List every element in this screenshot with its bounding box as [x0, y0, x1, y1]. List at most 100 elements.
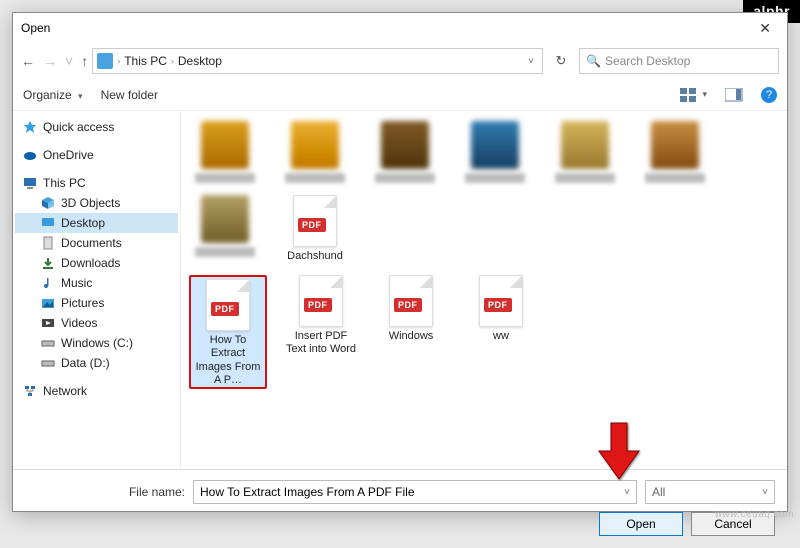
- sidebar-item-music[interactable]: Music: [15, 273, 178, 293]
- file-item-ww[interactable]: PDF ww: [465, 275, 537, 389]
- sidebar-item-pictures[interactable]: Pictures: [15, 293, 178, 313]
- forward-button[interactable]: →: [43, 53, 57, 69]
- file-name-input[interactable]: How To Extract Images From A PDF File ˅: [193, 480, 637, 504]
- sidebar-item-label: Documents: [61, 236, 122, 250]
- organize-label: Organize: [23, 88, 72, 102]
- cube-icon: [41, 196, 55, 210]
- file-label: How To Extract Images From A P…: [193, 334, 263, 385]
- chevron-down-icon: ˅: [762, 487, 768, 498]
- sidebar-item-label: Music: [61, 276, 92, 290]
- music-icon: [41, 276, 55, 290]
- search-placeholder: Search Desktop: [605, 54, 690, 68]
- star-icon: [23, 120, 37, 134]
- sidebar-item-label: Downloads: [61, 256, 120, 270]
- navigation-pane: Quick access OneDrive This PC 3D Objects…: [13, 111, 181, 469]
- crumb-desktop[interactable]: Desktop: [178, 54, 222, 68]
- folder-icon: [201, 121, 249, 169]
- preview-pane-icon[interactable]: [725, 88, 743, 102]
- sidebar-item-onedrive[interactable]: OneDrive: [15, 145, 178, 165]
- folder-item[interactable]: [279, 121, 351, 183]
- address-bar-row: ← → ˅ ↑ › This PC › Desktop ˅ ↻ 🔍 Search…: [13, 43, 787, 79]
- pdf-icon: PDF: [206, 279, 250, 331]
- sidebar-item-label: Data (D:): [61, 356, 110, 370]
- file-list: PDF Dachshund PDF How To Extract Images …: [181, 111, 787, 469]
- pc-icon: [23, 176, 37, 190]
- close-icon[interactable]: ✕: [751, 18, 779, 39]
- drive-icon: [41, 356, 55, 370]
- crumb-this-pc[interactable]: This PC: [124, 54, 167, 68]
- folder-icon: [291, 121, 339, 169]
- file-label: [375, 173, 435, 183]
- refresh-button[interactable]: ↻: [547, 53, 575, 69]
- sidebar-item-this-pc[interactable]: This PC: [15, 173, 178, 193]
- folder-icon: [561, 121, 609, 169]
- folder-icon: [651, 121, 699, 169]
- folder-item[interactable]: [459, 121, 531, 183]
- file-label: [195, 173, 255, 183]
- chevron-down-icon[interactable]: ▾: [702, 89, 707, 100]
- doc-icon: [41, 236, 55, 250]
- path-dropdown[interactable]: ˅: [524, 56, 538, 67]
- sidebar-item-label: Desktop: [61, 216, 105, 230]
- folder-item[interactable]: [549, 121, 621, 183]
- file-item-how-to-extract[interactable]: PDF How To Extract Images From A P…: [189, 275, 267, 389]
- chevron-right-icon: ›: [117, 56, 120, 66]
- help-icon[interactable]: ?: [761, 87, 777, 103]
- sidebar-item-videos[interactable]: Videos: [15, 313, 178, 333]
- file-type-filter[interactable]: All ˅: [645, 480, 775, 504]
- chevron-down-icon[interactable]: ˅: [624, 487, 630, 498]
- videos-icon: [41, 316, 55, 330]
- dialog-footer: File name: How To Extract Images From A …: [13, 469, 787, 548]
- filter-value: All: [652, 485, 665, 499]
- sidebar-item-label: OneDrive: [43, 148, 94, 162]
- sidebar-item-label: 3D Objects: [61, 196, 120, 210]
- drive-icon: [41, 336, 55, 350]
- folder-icon: [201, 195, 249, 243]
- search-input[interactable]: 🔍 Search Desktop: [579, 48, 779, 74]
- file-label: [465, 173, 525, 183]
- sidebar-item-label: Quick access: [43, 120, 114, 134]
- sidebar-item-data-d[interactable]: Data (D:): [15, 353, 178, 373]
- sidebar-item-downloads[interactable]: Downloads: [15, 253, 178, 273]
- cloud-icon: [23, 148, 37, 162]
- file-label: [555, 173, 615, 183]
- file-name-label: File name:: [25, 485, 185, 499]
- sidebar-item-documents[interactable]: Documents: [15, 233, 178, 253]
- folder-item[interactable]: [639, 121, 711, 183]
- toolbar: Organize ▾ New folder ▾ ?: [13, 79, 787, 111]
- pdf-icon: PDF: [479, 275, 523, 327]
- file-item-insert-pdf[interactable]: PDF Insert PDF Text into Word: [285, 275, 357, 389]
- sidebar-item-label: Windows (C:): [61, 336, 133, 350]
- folder-icon: [471, 121, 519, 169]
- folder-icon: [381, 121, 429, 169]
- breadcrumb[interactable]: › This PC › Desktop ˅: [92, 48, 543, 74]
- file-label: [645, 173, 705, 183]
- pdf-icon: PDF: [389, 275, 433, 327]
- organize-menu[interactable]: Organize ▾: [23, 88, 83, 102]
- site-watermark: www.ceuaq.com: [715, 509, 794, 520]
- recent-locations[interactable]: ˅: [65, 53, 73, 69]
- new-folder-button[interactable]: New folder: [101, 88, 158, 102]
- nav-arrows: ← → ˅ ↑: [21, 53, 88, 69]
- sidebar-item-quick-access[interactable]: Quick access: [15, 117, 178, 137]
- file-label: Insert PDF Text into Word: [285, 330, 357, 356]
- view-options-icon[interactable]: [680, 88, 698, 102]
- folder-item[interactable]: [189, 121, 261, 183]
- sidebar-item-desktop[interactable]: Desktop: [15, 213, 178, 233]
- file-item-dachshund[interactable]: PDF Dachshund: [279, 195, 351, 263]
- back-button[interactable]: ←: [21, 53, 35, 69]
- file-label: ww: [493, 330, 509, 343]
- folder-item[interactable]: [189, 195, 261, 263]
- search-icon: 🔍: [586, 54, 601, 68]
- sidebar-item-3d-objects[interactable]: 3D Objects: [15, 193, 178, 213]
- file-label: Windows: [389, 330, 434, 343]
- folder-item[interactable]: [369, 121, 441, 183]
- pictures-icon: [41, 296, 55, 310]
- file-item-windows[interactable]: PDF Windows: [375, 275, 447, 389]
- open-button[interactable]: Open: [599, 512, 683, 536]
- desktop-icon: [41, 216, 55, 230]
- pdf-icon: PDF: [299, 275, 343, 327]
- up-button[interactable]: ↑: [81, 53, 88, 69]
- sidebar-item-windows-c[interactable]: Windows (C:): [15, 333, 178, 353]
- sidebar-item-network[interactable]: Network: [15, 381, 178, 401]
